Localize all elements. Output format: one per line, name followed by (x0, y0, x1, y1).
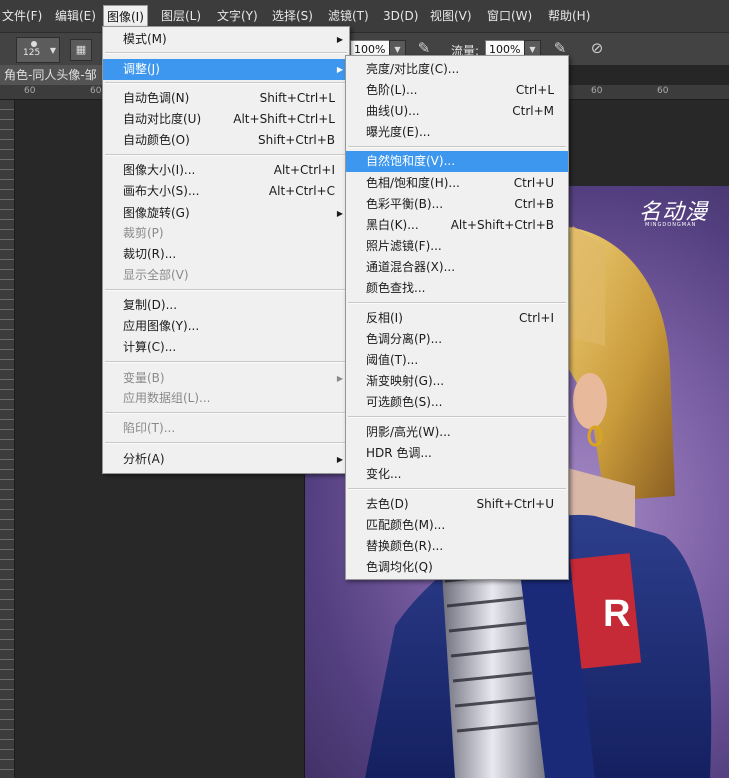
menu-edit[interactable]: 编辑(E) (55, 8, 96, 24)
menu-item-curves[interactable]: 曲线(U)... Ctrl+M (346, 101, 568, 122)
menu-file[interactable]: 文件(F) (2, 8, 42, 24)
menu-item-color-balance[interactable]: 色彩平衡(B)... Ctrl+B (346, 194, 568, 215)
menu-filter[interactable]: 滤镜(T) (328, 8, 369, 24)
brush-panel-icon[interactable]: ▦ (70, 39, 92, 61)
menu-item-image-rotation[interactable]: 图像旋转(G) ▶ (103, 203, 349, 224)
submenu-arrow-icon: ▶ (336, 35, 343, 44)
menu-item-levels[interactable]: 色阶(L)... Ctrl+L (346, 80, 568, 101)
submenu-arrow-icon: ▶ (336, 65, 343, 74)
menu-layer[interactable]: 图层(L) (161, 8, 201, 24)
brush-size: 125 (23, 48, 41, 58)
menu-item-mode[interactable]: 模式(M) ▶ (103, 29, 349, 50)
submenu-arrow-icon: ▶ (336, 455, 343, 464)
menu-help[interactable]: 帮助(H) (548, 8, 590, 24)
menu-type[interactable]: 文字(Y) (217, 8, 258, 24)
watermark-subtitle: MINGDONGMAN (645, 222, 697, 228)
menu-image[interactable]: 图像(I) (103, 5, 148, 28)
menu-item-hdr-toning[interactable]: HDR 色调... (346, 443, 568, 464)
menu-item-brightness-contrast[interactable]: 亮度/对比度(C)... (346, 59, 568, 80)
menu-item-channel-mixer[interactable]: 通道混合器(X)... (346, 257, 568, 278)
menu-item-auto-color[interactable]: 自动颜色(O) Shift+Ctrl+B (103, 130, 349, 151)
ruler-label: 60 (24, 86, 36, 96)
menu-item-crop[interactable]: 裁剪(P) (103, 223, 349, 244)
menu-item-posterize[interactable]: 色调分离(P)... (346, 329, 568, 350)
ruler-label: 60 (591, 86, 603, 96)
menu-item-apply-data-set[interactable]: 应用数据组(L)... (103, 388, 349, 409)
menu-item-gradient-map[interactable]: 渐变映射(G)... (346, 371, 568, 392)
menu-item-apply-image[interactable]: 应用图像(Y)... (103, 316, 349, 337)
menu-item-black-white[interactable]: 黑白(K)... Alt+Shift+Ctrl+B (346, 215, 568, 236)
image-menu: 模式(M) ▶ 调整(J) ▶ 自动色调(N) Shift+Ctrl+L 自动对比度(… (102, 26, 350, 474)
menu-item-match-color[interactable]: 匹配颜色(M)... (346, 515, 568, 536)
menu-item-shadows-highlights[interactable]: 阴影/高光(W)... (346, 422, 568, 443)
menu-item-variations[interactable]: 变化... (346, 464, 568, 485)
menu-item-adjustments[interactable]: 调整(J) ▶ (103, 59, 349, 80)
submenu-arrow-icon: ▶ (336, 209, 343, 218)
menu-item-auto-tone[interactable]: 自动色调(N) Shift+Ctrl+L (103, 88, 349, 109)
menu-window[interactable]: 窗口(W) (487, 8, 532, 24)
menu-item-photo-filter[interactable]: 照片滤镜(F)... (346, 236, 568, 257)
document-tab[interactable]: 角色-同人头像-邹 (0, 65, 108, 85)
submenu-arrow-icon: ▶ (336, 374, 343, 383)
menu-item-image-size[interactable]: 图像大小(I)... Alt+Ctrl+I (103, 160, 349, 181)
menu-item-duplicate[interactable]: 复制(D)... (103, 295, 349, 316)
menu-item-canvas-size[interactable]: 画布大小(S)... Alt+Ctrl+C (103, 181, 349, 202)
menu-item-analysis[interactable]: 分析(A) ▶ (103, 449, 349, 470)
menu-item-auto-contrast[interactable]: 自动对比度(U) Alt+Shift+Ctrl+L (103, 109, 349, 130)
menu-3d[interactable]: 3D(D) (383, 8, 418, 24)
brush-preset-picker[interactable]: 125 ▼ (16, 37, 60, 63)
pressure-size-icon[interactable]: ⊘ (588, 39, 606, 57)
menu-item-trim[interactable]: 裁切(R)... (103, 244, 349, 265)
menu-view[interactable]: 视图(V) (430, 8, 472, 24)
menu-item-vibrance[interactable]: 自然饱和度(V)... (346, 151, 568, 172)
menu-item-threshold[interactable]: 阈值(T)... (346, 350, 568, 371)
brush-tip-icon (31, 41, 37, 47)
menu-select[interactable]: 选择(S) (272, 8, 313, 24)
menu-item-selective-color[interactable]: 可选颜色(S)... (346, 392, 568, 413)
menu-item-trap[interactable]: 陷印(T)... (103, 418, 349, 439)
menu-item-desaturate[interactable]: 去色(D) Shift+Ctrl+U (346, 494, 568, 515)
menu-item-hue-saturation[interactable]: 色相/饱和度(H)... Ctrl+U (346, 173, 568, 194)
chevron-down-icon: ▼ (49, 46, 56, 55)
menu-item-variables[interactable]: 变量(B) ▶ (103, 368, 349, 389)
menu-item-replace-color[interactable]: 替换颜色(R)... (346, 536, 568, 557)
menu-item-color-lookup[interactable]: 颜色查找... (346, 278, 568, 299)
menu-item-invert[interactable]: 反相(I) Ctrl+I (346, 308, 568, 329)
ruler-label: 60 (657, 86, 669, 96)
menu-item-equalize[interactable]: 色调均化(Q) (346, 557, 568, 578)
menu-item-calculations[interactable]: 计算(C)... (103, 337, 349, 358)
vertical-ruler[interactable] (0, 100, 15, 778)
ruler-label: 60 (90, 86, 102, 96)
svg-text:R: R (603, 593, 630, 635)
menu-item-exposure[interactable]: 曝光度(E)... (346, 122, 568, 143)
menu-item-reveal-all[interactable]: 显示全部(V) (103, 265, 349, 286)
adjustments-submenu: 亮度/对比度(C)... 色阶(L)... Ctrl+L 曲线(U)... Ctrl… (345, 55, 569, 580)
